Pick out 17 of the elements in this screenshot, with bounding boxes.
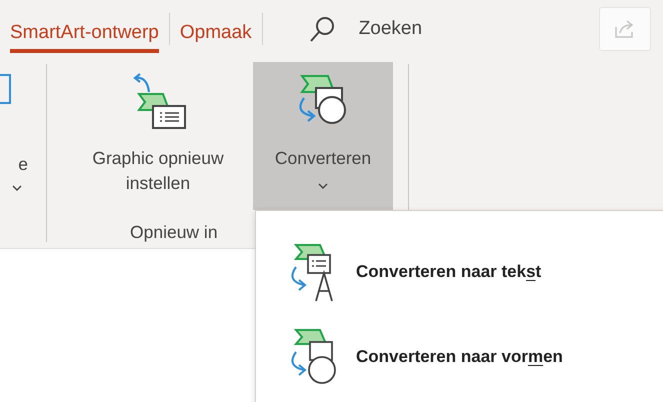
share-button[interactable] [599, 7, 651, 51]
layout-icon [0, 74, 12, 104]
group-label: Opnieuw in [130, 222, 219, 243]
chevron-down-icon [318, 182, 328, 188]
menu-item-label: Converteren naar vormen [356, 346, 563, 366]
menu-item-label: Converteren naar tekst [356, 262, 542, 282]
search-icon [308, 15, 337, 43]
menu-item[interactable]: Converteren naar vormen [256, 314, 663, 399]
ribbon-tab[interactable]: SmartArt-ontwerp [10, 14, 159, 52]
convert-button[interactable]: Converteren [253, 62, 393, 210]
chevron-down-icon [12, 185, 22, 191]
ribbon-button[interactable]: e [0, 154, 28, 191]
reset-graphic-button[interactable]: Graphic opnieuw instellen [63, 62, 253, 210]
ribbon-tab[interactable]: Opmaak [180, 14, 252, 52]
share-icon [614, 19, 636, 39]
menu-item[interactable]: Converteren naar tekst [256, 229, 663, 314]
search-field[interactable]: Zoeken [302, 11, 428, 47]
